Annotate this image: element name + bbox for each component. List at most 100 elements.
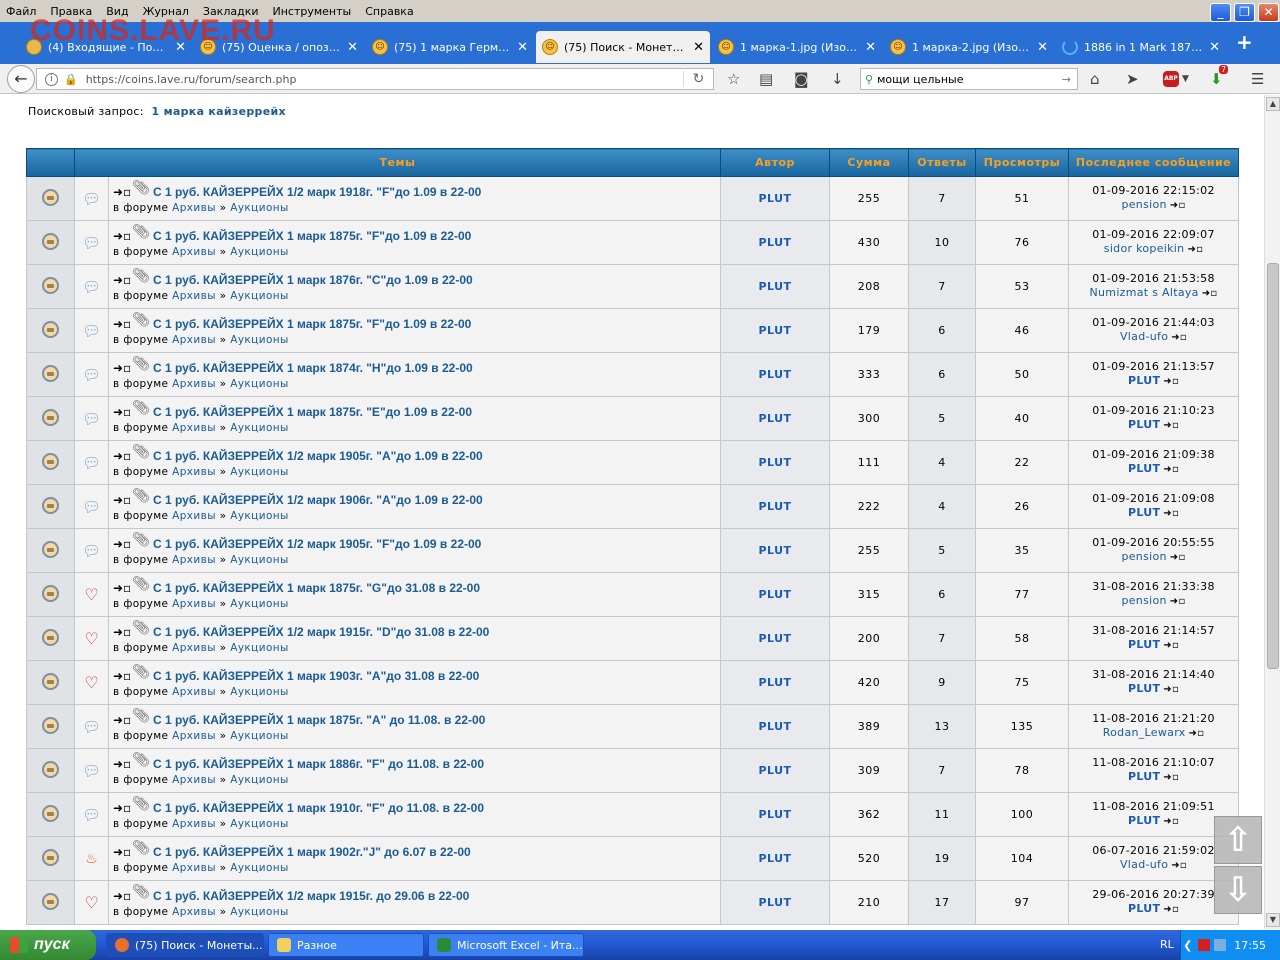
go-to-last-post-icon[interactable]: ➜▫ [1163, 684, 1179, 695]
header-sum[interactable]: Сумма [829, 148, 909, 177]
last-post-author[interactable]: PLUT [1128, 902, 1160, 915]
go-to-first-new-icon[interactable]: ➜▫ [113, 757, 131, 771]
go-to-last-post-icon[interactable]: ➜▫ [1163, 376, 1179, 387]
forum-link-archive[interactable]: Архивы [172, 774, 216, 786]
topic-link[interactable]: С 1 руб. КАЙЗЕРРЕЙХ 1 марк 1903г. "А"до … [153, 669, 479, 683]
replies-cell[interactable]: 17 [908, 880, 976, 925]
forum-link-auctions[interactable]: Аукционы [230, 598, 289, 610]
topic-link[interactable]: С 1 руб. КАЙЗЕРРЕЙХ 1/2 марк 1915г. до 2… [153, 889, 469, 903]
tab-close-icon[interactable]: ✕ [1037, 40, 1048, 55]
topic-link[interactable]: С 1 руб. КАЙЗЕРРЕЙХ 1 марк 1875г. "G"до … [153, 581, 480, 595]
topic-link[interactable]: С 1 руб. КАЙЗЕРРЕЙХ 1 марк 1875г. "А" до… [153, 713, 485, 727]
menu-item[interactable]: Вид [106, 5, 128, 18]
browser-tab[interactable]: ☺ 1 марка-2.jpg (Изобр... ✕ [884, 31, 1054, 63]
forum-link-archive[interactable]: Архивы [172, 510, 216, 522]
chevron-down-icon[interactable]: ▼ [1182, 74, 1189, 84]
vertical-scrollbar[interactable]: ▲ ▼ [1264, 95, 1280, 929]
search-box[interactable]: ⚲ → [860, 68, 1078, 90]
header-topics[interactable]: Темы [74, 148, 721, 177]
go-to-last-post-icon[interactable]: ➜▫ [1163, 420, 1179, 431]
forum-link-archive[interactable]: Архивы [172, 554, 216, 566]
tab-close-icon[interactable]: ✕ [865, 40, 876, 55]
forum-link-archive[interactable]: Архивы [172, 862, 216, 874]
forum-link-archive[interactable]: Архивы [172, 246, 216, 258]
menu-item[interactable]: Закладки [203, 5, 259, 18]
scroll-to-top-button[interactable]: ⇧ [1214, 816, 1262, 864]
forum-link-archive[interactable]: Архивы [172, 334, 216, 346]
forum-link-auctions[interactable]: Аукционы [230, 862, 289, 874]
replies-cell[interactable]: 10 [908, 220, 976, 265]
scroll-up-arrow-icon[interactable]: ▲ [1266, 97, 1280, 111]
url-text[interactable]: https://coins.lave.ru/forum/search.php [86, 73, 683, 86]
replies-cell[interactable]: 6 [908, 352, 976, 397]
author-cell[interactable]: PLUT [720, 660, 830, 705]
address-bar[interactable]: i 🔒 https://coins.lave.ru/forum/search.p… [36, 68, 714, 90]
forum-link-archive[interactable]: Архивы [172, 466, 216, 478]
go-to-first-new-icon[interactable]: ➜▫ [113, 801, 131, 815]
taskbar-item-folder[interactable]: Разное [268, 933, 424, 957]
last-post-author[interactable]: PLUT [1128, 770, 1160, 783]
replies-cell[interactable]: 5 [908, 396, 976, 441]
language-indicator[interactable]: RL [1160, 938, 1174, 951]
author-cell[interactable]: PLUT [720, 308, 830, 353]
menu-item[interactable]: Правка [50, 5, 92, 18]
topic-link[interactable]: С 1 руб. КАЙЗЕРРЕЙХ 1 марк 1874г. "Н"до … [153, 361, 473, 375]
search-input[interactable] [877, 72, 1062, 86]
topic-link[interactable]: С 1 руб. КАЙЗЕРРЕЙХ 1 марк 1876г. "С"до … [153, 273, 473, 287]
replies-cell[interactable]: 7 [908, 176, 976, 221]
last-post-author[interactable]: PLUT [1128, 682, 1160, 695]
forum-link-auctions[interactable]: Аукционы [230, 906, 289, 918]
author-cell[interactable]: PLUT [720, 264, 830, 309]
tab-close-icon[interactable]: ✕ [347, 40, 358, 55]
forum-link-archive[interactable]: Архивы [172, 906, 216, 918]
go-to-last-post-icon[interactable]: ➜▫ [1170, 596, 1186, 607]
reader-view-icon[interactable]: ▤ [759, 70, 773, 88]
go-to-last-post-icon[interactable]: ➜▫ [1187, 244, 1203, 255]
tray-network-icon[interactable] [1214, 939, 1227, 951]
topic-link[interactable]: С 1 руб. КАЙЗЕРРЕЙХ 1/2 марк 1918г. "F"д… [153, 185, 481, 199]
go-to-first-new-icon[interactable]: ➜▫ [113, 537, 131, 551]
tab-close-icon[interactable]: ✕ [517, 40, 528, 55]
replies-cell[interactable]: 9 [908, 660, 976, 705]
forum-link-auctions[interactable]: Аукционы [230, 466, 289, 478]
go-to-first-new-icon[interactable]: ➜▫ [113, 361, 131, 375]
last-post-author[interactable]: pension [1121, 550, 1166, 563]
author-cell[interactable]: PLUT [720, 836, 830, 881]
menu-item[interactable]: Файл [6, 5, 36, 18]
go-to-first-new-icon[interactable]: ➜▫ [113, 713, 131, 727]
header-views[interactable]: Просмотры [975, 148, 1069, 177]
replies-cell[interactable]: 7 [908, 748, 976, 793]
forum-link-auctions[interactable]: Аукционы [230, 818, 289, 830]
last-post-author[interactable]: Vlad-ufo [1120, 858, 1168, 871]
topic-link[interactable]: С 1 руб. КАЙЗЕРРЕЙХ 1/2 марк 1905г. "F"д… [153, 537, 481, 551]
go-to-last-post-icon[interactable]: ➜▫ [1170, 552, 1186, 563]
author-cell[interactable]: PLUT [720, 484, 830, 529]
forum-link-archive[interactable]: Архивы [172, 378, 216, 390]
scroll-to-bottom-button[interactable]: ⇩ [1214, 866, 1262, 914]
go-to-first-new-icon[interactable]: ➜▫ [113, 317, 131, 331]
author-cell[interactable]: PLUT [720, 616, 830, 661]
header-author[interactable]: Автор [720, 148, 830, 177]
go-to-first-new-icon[interactable]: ➜▫ [113, 889, 131, 903]
last-post-author[interactable]: PLUT [1128, 638, 1160, 651]
replies-cell[interactable]: 13 [908, 704, 976, 749]
replies-cell[interactable]: 11 [908, 792, 976, 837]
forum-link-auctions[interactable]: Аукционы [230, 774, 289, 786]
replies-cell[interactable]: 4 [908, 440, 976, 485]
author-cell[interactable]: PLUT [720, 572, 830, 617]
browser-tab[interactable]: ☺ (75) Поиск - Монеты ... ✕ [536, 31, 710, 63]
author-cell[interactable]: PLUT [720, 220, 830, 265]
header-last-post[interactable]: Последнее сообщение [1068, 148, 1239, 177]
search-query-value[interactable]: 1 марка кайзеррейх [152, 105, 286, 118]
topic-link[interactable]: С 1 руб. КАЙЗЕРРЕЙХ 1/2 марк 1915г. "D"д… [153, 625, 489, 639]
forum-link-auctions[interactable]: Аукционы [230, 334, 289, 346]
forum-link-archive[interactable]: Архивы [172, 202, 216, 214]
taskbar-item-firefox[interactable]: (75) Поиск - Монеты... [106, 933, 264, 957]
menu-item[interactable]: Журнал [143, 5, 189, 18]
new-tab-button[interactable]: + [1236, 30, 1253, 54]
last-post-author[interactable]: Rodan_Lewarx [1103, 726, 1186, 739]
taskbar-item-excel[interactable]: Microsoft Excel - Ита... [428, 933, 584, 957]
last-post-author[interactable]: PLUT [1128, 814, 1160, 827]
forum-link-auctions[interactable]: Аукционы [230, 290, 289, 302]
last-post-author[interactable]: PLUT [1128, 462, 1160, 475]
